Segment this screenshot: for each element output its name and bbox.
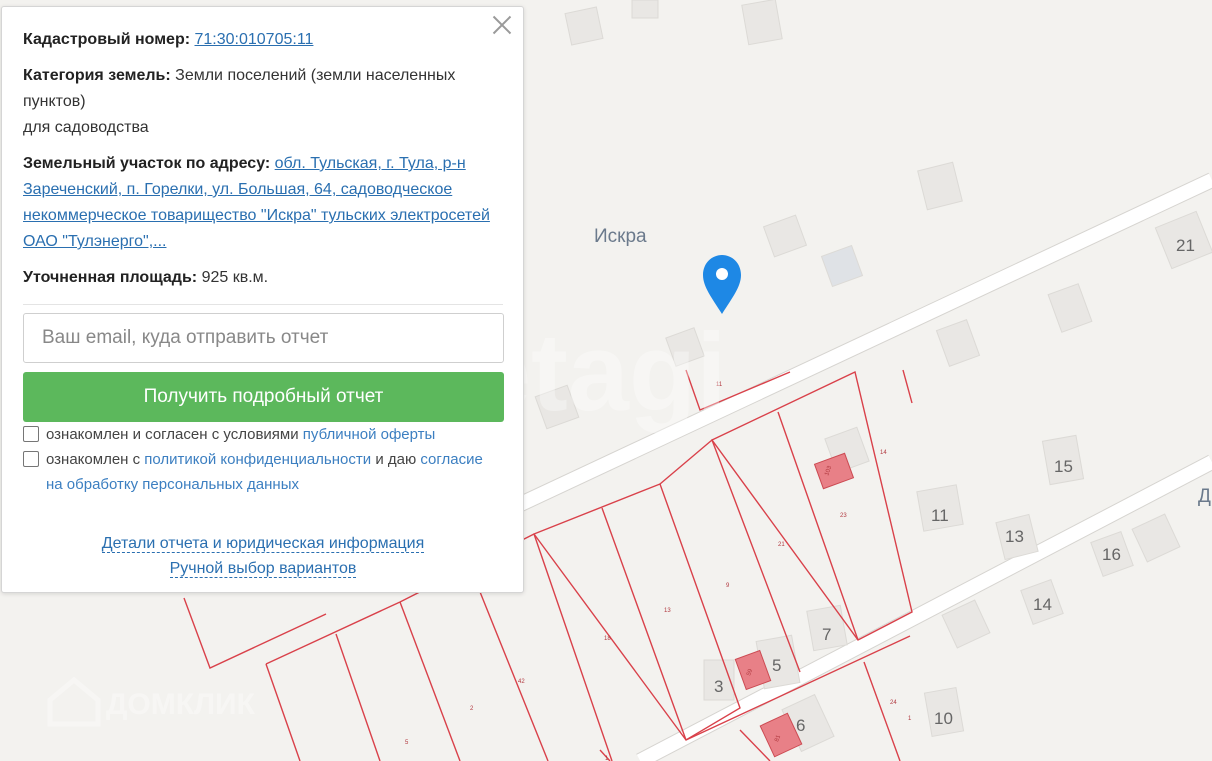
house-number: 11 (931, 506, 949, 525)
get-report-button[interactable]: Получить подробный отчет (23, 372, 504, 422)
domclick-watermark: ДОМКЛИК (47, 676, 256, 727)
house-number: 6 (796, 716, 805, 735)
offer-consent-checkbox[interactable] (23, 426, 39, 442)
plot-number: 42 (518, 679, 525, 685)
manual-selection-link[interactable]: Ручной выбор вариантов (169, 560, 357, 578)
cadastral-number-label: Кадастровый номер: (23, 31, 191, 48)
house-number: 16 (1102, 545, 1121, 564)
house-number: 10 (934, 709, 953, 728)
privacy-consent-text: ознакомлен с (46, 451, 141, 468)
privacy-consent-text-2: и даю (375, 451, 417, 468)
plot-number: 21 (778, 542, 785, 548)
house-number: 13 (1005, 527, 1024, 546)
house-number: 7 (822, 625, 831, 644)
privacy-policy-link[interactable]: политикой конфиденциальности (144, 451, 371, 468)
plot-number: 14 (880, 450, 887, 456)
parcel-info-popup: Кадастровый номер: 71:30:010705:11 Катег… (1, 6, 524, 593)
plot-number: 18 (604, 636, 611, 642)
privacy-consent: ознакомлен с политикой конфиденциальност… (23, 447, 503, 497)
close-icon[interactable] (491, 13, 513, 35)
public-offer-link[interactable]: публичной оферты (303, 426, 436, 443)
house-number: 15 (1054, 457, 1073, 476)
plot-number: 9 (726, 583, 730, 589)
house-number: 5 (772, 656, 781, 675)
email-input[interactable] (23, 313, 504, 363)
privacy-consent-checkbox[interactable] (23, 451, 39, 467)
area-value: 925 кв.м. (201, 269, 269, 286)
plot-number: 2 (470, 706, 474, 712)
settlement-label: Искра (594, 226, 647, 247)
plot-number: 23 (840, 513, 847, 519)
street-label: Д (1198, 486, 1211, 507)
report-details-link[interactable]: Детали отчета и юридическая информация (101, 535, 425, 553)
footer-links: Детали отчета и юридическая информация Р… (23, 531, 503, 581)
area-label: Уточненная площадь: (23, 269, 198, 286)
plot-number: 5 (405, 740, 409, 746)
house-number: 14 (1033, 595, 1052, 614)
svg-text:ДОМКЛИК: ДОМКЛИК (106, 688, 256, 721)
land-category-label: Категория земель: (23, 67, 171, 84)
plot-number: 1 (908, 716, 912, 722)
house-number: 3 (714, 677, 723, 696)
address-label: Земельный участок по адресу: (23, 155, 271, 172)
cadastral-number-row: Кадастровый номер: 71:30:010705:11 (23, 27, 503, 53)
offer-consent-text: ознакомлен и согласен с условиями (46, 426, 299, 443)
plot-number: 13 (664, 608, 671, 614)
cadastral-number-link[interactable]: 71:30:010705:11 (195, 31, 314, 48)
offer-consent: ознакомлен и согласен с условиями публич… (23, 422, 503, 447)
area-row: Уточненная площадь: 925 кв.м. (23, 265, 503, 291)
plot-number: 24 (890, 700, 897, 706)
divider (23, 304, 503, 305)
address-row: Земельный участок по адресу: обл. Тульск… (23, 151, 503, 255)
location-marker-icon[interactable] (703, 255, 741, 314)
house-number: 21 (1176, 236, 1195, 255)
land-use-value: для садоводства (23, 119, 149, 136)
land-category-row: Категория земель: Земли поселений (земли… (23, 63, 503, 141)
